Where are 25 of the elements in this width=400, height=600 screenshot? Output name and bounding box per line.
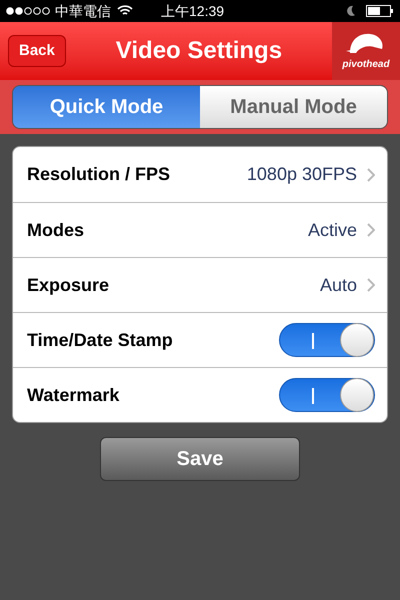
setting-value: 1080p 30FPS: [246, 163, 357, 186]
save-button[interactable]: Save: [100, 437, 300, 481]
moon-icon: [346, 5, 356, 17]
signal-icon: [6, 7, 50, 15]
mode-tab[interactable]: Quick Mode: [13, 86, 200, 128]
setting-label: Modes: [27, 218, 86, 242]
back-button[interactable]: Back: [8, 35, 66, 67]
toggle-switch[interactable]: [279, 323, 375, 357]
setting-label: Resolution / FPS: [27, 163, 172, 186]
setting-label: Time/Date Stamp: [27, 328, 174, 352]
battery-icon: [366, 5, 394, 17]
brand-logo: pivothead: [332, 22, 400, 80]
setting-value: Auto: [320, 274, 357, 296]
chevron-icon: [367, 223, 375, 237]
setting-value: Active: [308, 218, 357, 242]
mode-tab[interactable]: Manual Mode: [200, 86, 387, 128]
setting-label: Exposure: [27, 274, 110, 297]
chevron-icon: [367, 168, 375, 182]
page-title: Video Settings: [114, 36, 284, 66]
chevron-icon: [367, 278, 375, 292]
status-time: 上午12:39: [161, 2, 224, 20]
toggle-switch[interactable]: [279, 378, 375, 412]
setting-label: Watermark: [27, 384, 120, 406]
wifi-icon: [117, 5, 133, 17]
carrier-name: 中華電信: [55, 2, 111, 20]
